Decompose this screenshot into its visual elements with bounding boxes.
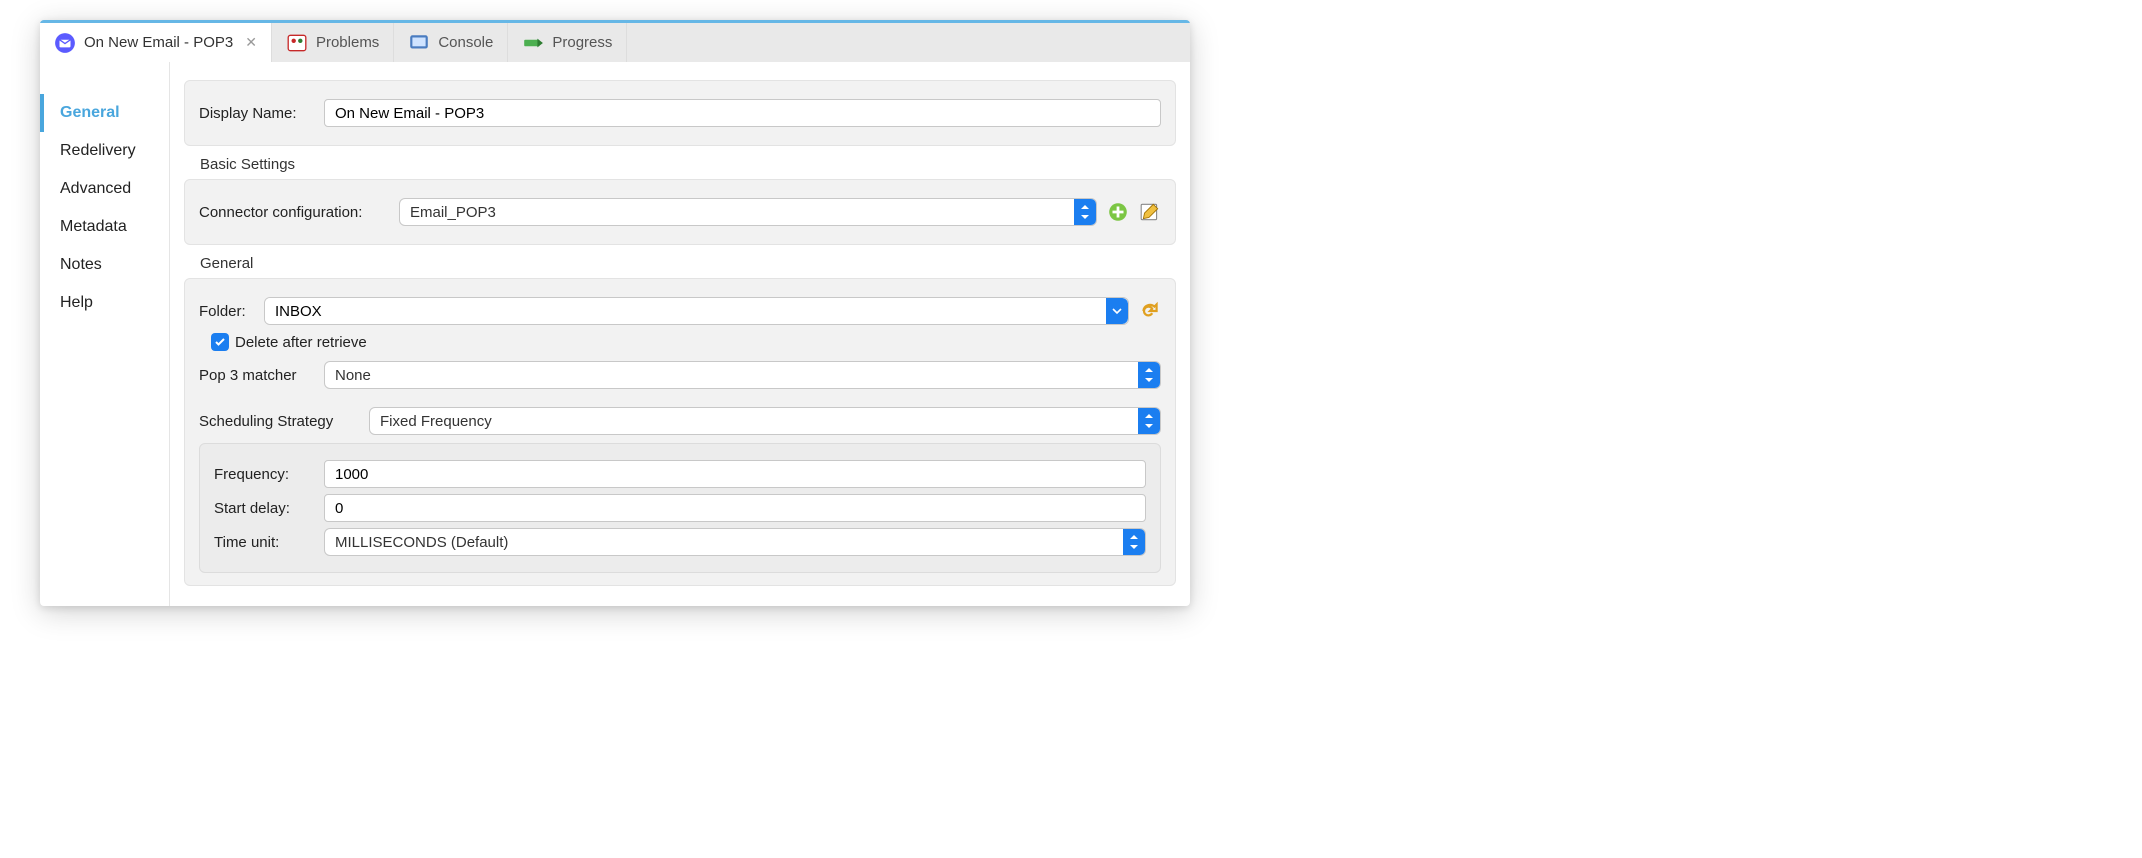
sidebar-item-advanced[interactable]: Advanced <box>40 170 169 208</box>
basic-settings-group: Connector configuration: Email_POP3 <box>184 179 1176 245</box>
time-unit-value: MILLISECONDS (Default) <box>325 529 1123 555</box>
sidebar-item-redelivery[interactable]: Redelivery <box>40 132 169 170</box>
sidebar-item-label: Notes <box>60 256 102 273</box>
start-delay-input[interactable] <box>324 494 1146 522</box>
email-icon <box>54 32 76 54</box>
refresh-button[interactable] <box>1139 300 1161 322</box>
problems-icon <box>286 32 308 54</box>
general-group: Folder: Delete after retr <box>184 278 1176 586</box>
up-down-arrows-icon <box>1123 529 1145 555</box>
display-name-group: Display Name: <box>184 80 1176 146</box>
chevron-down-icon <box>1106 298 1128 324</box>
close-icon[interactable]: ✕ <box>241 34 257 51</box>
console-icon <box>408 32 430 54</box>
delete-after-retrieve-label: Delete after retrieve <box>235 334 367 351</box>
basic-settings-title: Basic Settings <box>200 156 1176 173</box>
tab-label: Problems <box>316 34 379 51</box>
editor-window: On New Email - POP3 ✕ Problems Console P… <box>40 20 1190 606</box>
up-down-arrows-icon <box>1138 408 1160 434</box>
pop3-matcher-value: None <box>325 362 1138 388</box>
sidebar-item-general[interactable]: General <box>40 94 169 132</box>
tab-bar: On New Email - POP3 ✕ Problems Console P… <box>40 20 1190 62</box>
folder-input[interactable] <box>265 298 1106 324</box>
tab-label: Progress <box>552 34 612 51</box>
sidebar-item-label: Advanced <box>60 180 131 197</box>
delete-after-retrieve-checkbox[interactable] <box>211 333 229 351</box>
tab-progress[interactable]: Progress <box>508 23 627 62</box>
sidebar-item-help[interactable]: Help <box>40 284 169 322</box>
content-area: General Redelivery Advanced Metadata Not… <box>40 62 1190 606</box>
display-name-input[interactable] <box>324 99 1161 127</box>
scheduling-strategy-label: Scheduling Strategy <box>199 413 359 430</box>
time-unit-select[interactable]: MILLISECONDS (Default) <box>324 528 1146 556</box>
up-down-arrows-icon <box>1138 362 1160 388</box>
general-title: General <box>200 255 1176 272</box>
connector-config-label: Connector configuration: <box>199 204 389 221</box>
tab-console[interactable]: Console <box>394 23 508 62</box>
connector-config-select[interactable]: Email_POP3 <box>399 198 1097 226</box>
frequency-input[interactable] <box>324 460 1146 488</box>
up-down-arrows-icon <box>1074 199 1096 225</box>
tab-on-new-email-pop3[interactable]: On New Email - POP3 ✕ <box>40 23 272 62</box>
scheduling-strategy-value: Fixed Frequency <box>370 408 1138 434</box>
edit-button[interactable] <box>1139 201 1161 223</box>
sidebar: General Redelivery Advanced Metadata Not… <box>40 62 170 606</box>
display-name-label: Display Name: <box>199 105 314 122</box>
folder-select[interactable] <box>264 297 1129 325</box>
sidebar-item-notes[interactable]: Notes <box>40 246 169 284</box>
scheduling-details-group: Frequency: Start delay: Time unit: MILLI… <box>199 443 1161 573</box>
tab-problems[interactable]: Problems <box>272 23 394 62</box>
scheduling-strategy-select[interactable]: Fixed Frequency <box>369 407 1161 435</box>
tab-label: Console <box>438 34 493 51</box>
add-button[interactable] <box>1107 201 1129 223</box>
time-unit-label: Time unit: <box>214 534 314 551</box>
sidebar-item-label: Metadata <box>60 218 127 235</box>
frequency-label: Frequency: <box>214 466 314 483</box>
start-delay-label: Start delay: <box>214 500 314 517</box>
main-panel: Display Name: Basic Settings Connector c… <box>170 62 1190 606</box>
sidebar-item-label: General <box>60 104 120 121</box>
tab-label: On New Email - POP3 <box>84 34 233 51</box>
sidebar-item-metadata[interactable]: Metadata <box>40 208 169 246</box>
progress-icon <box>522 32 544 54</box>
sidebar-item-label: Redelivery <box>60 142 136 159</box>
connector-config-value: Email_POP3 <box>400 199 1074 225</box>
pop3-matcher-label: Pop 3 matcher <box>199 367 314 384</box>
folder-label: Folder: <box>199 303 254 320</box>
pop3-matcher-select[interactable]: None <box>324 361 1161 389</box>
sidebar-item-label: Help <box>60 294 93 311</box>
